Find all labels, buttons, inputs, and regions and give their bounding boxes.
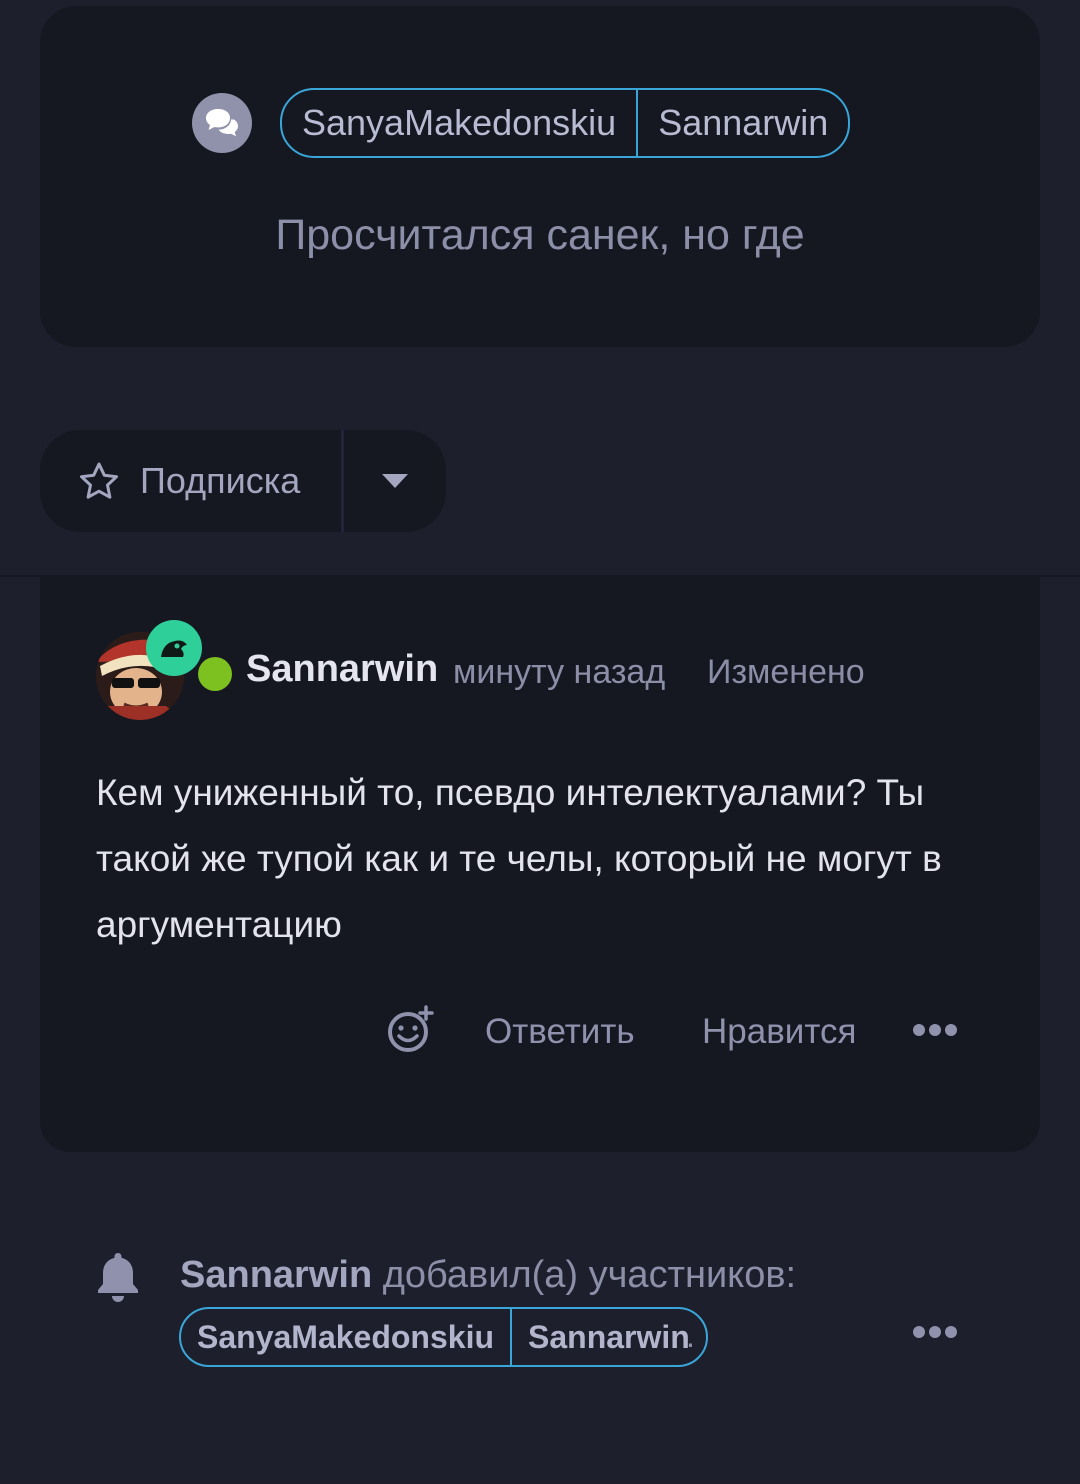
participant-link-1[interactable]: Sannarwin [636, 90, 848, 156]
conversation-header-card: Просчитался санек, но где [40, 6, 1040, 347]
notification-suffix: . [686, 1318, 695, 1354]
chat-bubbles-icon [192, 93, 252, 153]
post-timestamp[interactable]: минуту назад [453, 653, 665, 692]
subscribe-dropdown-button[interactable] [344, 430, 446, 532]
post-body-text: Кем униженный то, псевдо интелектуалами?… [96, 772, 942, 945]
bell-icon [94, 1250, 142, 1309]
notification-text: Sannarwin добавил(а) участников: [180, 1254, 796, 1297]
post-edited-label[interactable]: Изменено [707, 653, 865, 692]
conversation-participants-row: SanyaMakedonskiu Sannarwin [192, 88, 851, 158]
post-author-name[interactable]: Sannarwin [246, 648, 438, 691]
online-status-indicator [198, 657, 232, 691]
like-button[interactable]: Нравится [702, 1012, 856, 1052]
notification-participant-0[interactable]: SanyaMakedonskiu [181, 1309, 510, 1365]
notification-action: добавил(а) участников: [382, 1254, 797, 1296]
conversation-title: Просчитался санек, но где [275, 211, 805, 259]
notification-participants-pill: SanyaMakedonskiu Sannarwin [179, 1307, 708, 1367]
notification-more-dots-icon[interactable] [912, 1322, 958, 1347]
caret-down-icon [382, 474, 408, 488]
post-more-dots-icon[interactable] [912, 1020, 958, 1045]
notification-actor[interactable]: Sannarwin [180, 1254, 372, 1296]
user-badge-icon [146, 620, 202, 676]
reply-button[interactable]: Ответить [485, 1012, 635, 1052]
participants-pill: SanyaMakedonskiu Sannarwin [280, 88, 851, 158]
subscribe-button[interactable]: Подписка [40, 430, 344, 532]
participant-link-0[interactable]: SanyaMakedonskiu [282, 90, 636, 156]
subscribe-label: Подписка [140, 460, 301, 501]
star-icon [80, 462, 118, 499]
emoji-add-icon[interactable] [386, 1005, 434, 1060]
notification-participant-1[interactable]: Sannarwin [510, 1309, 706, 1365]
subscribe-split-button: Подписка [40, 430, 446, 532]
